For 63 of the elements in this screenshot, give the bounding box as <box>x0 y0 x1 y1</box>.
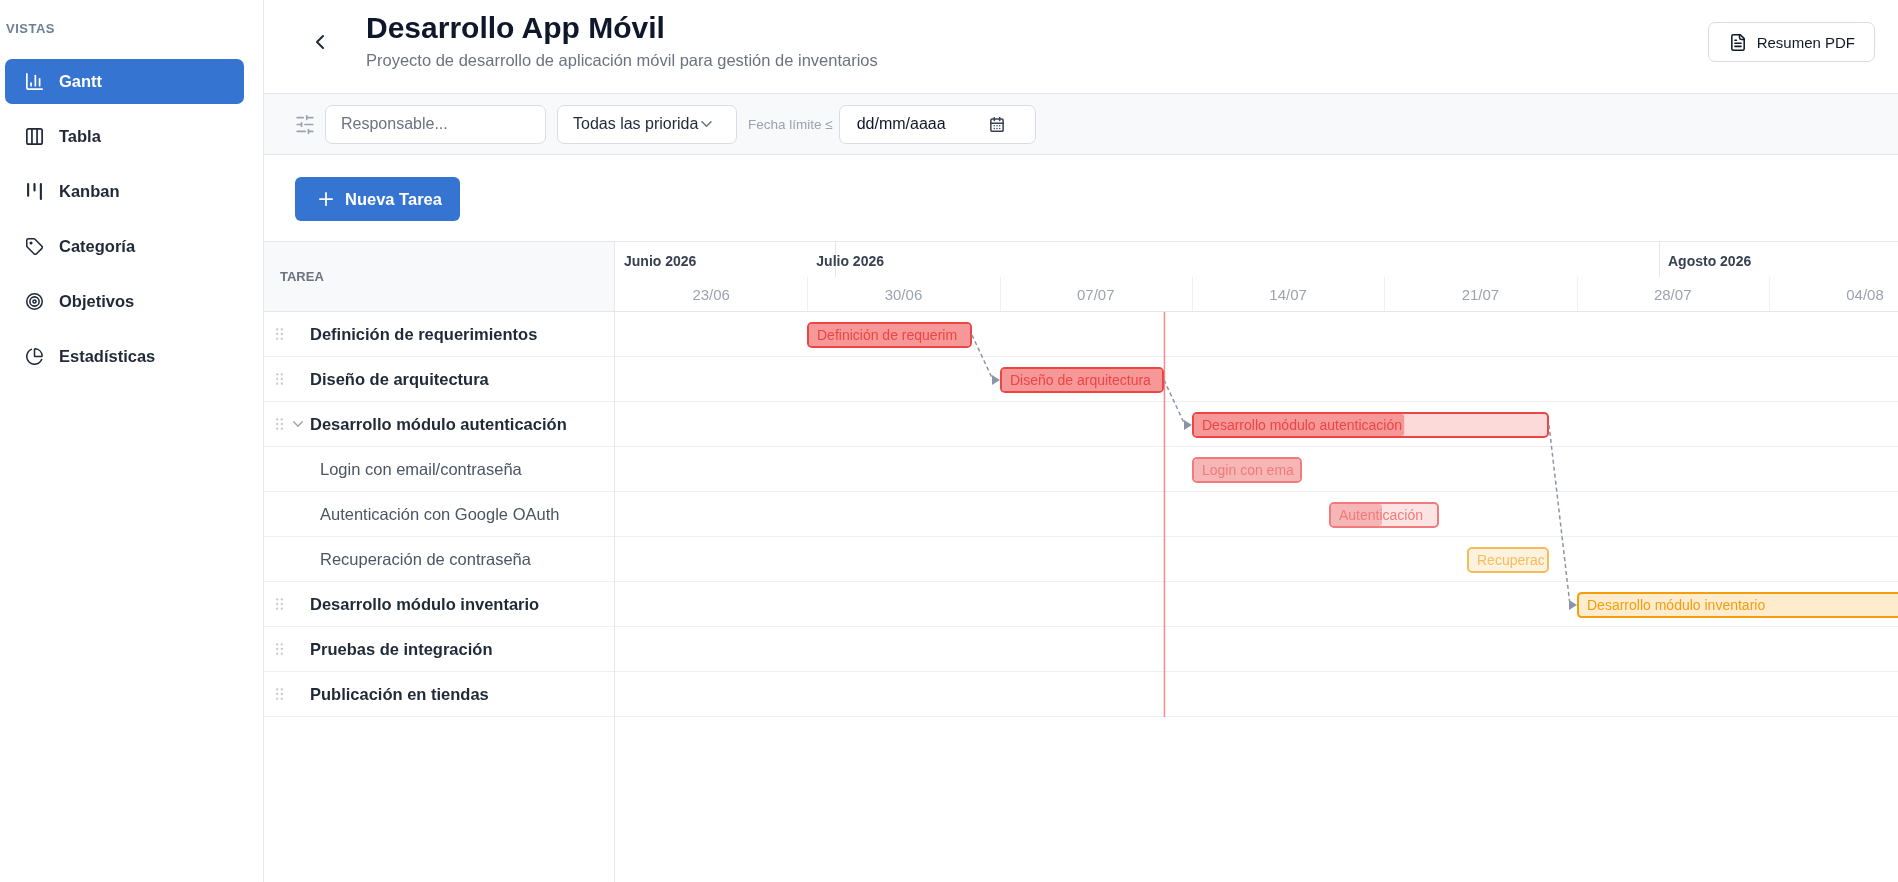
week-label: 23/06 <box>692 286 730 303</box>
week-label: 14/07 <box>1269 286 1307 303</box>
sidebar-item[interactable]: Kanban <box>5 169 244 214</box>
due-date-label: Fecha límite ≤ <box>748 116 833 132</box>
task-name[interactable]: Desarrollo módulo inventario <box>310 594 540 614</box>
bar-label: Login con ema <box>1202 462 1294 478</box>
drag-handle-icon[interactable] <box>276 643 283 655</box>
drag-handle-icon[interactable] <box>276 328 283 340</box>
sidebar-item[interactable]: Estadísticas <box>5 334 244 379</box>
sidebar-item[interactable]: Gantt <box>5 59 244 104</box>
chevron-left-icon <box>316 35 324 49</box>
week-label: 04/08 <box>1846 286 1884 303</box>
bar-label: Diseño de arquitectura <box>1010 372 1151 388</box>
page-subtitle: Proyecto de desarrollo de aplicación móvil para gestión de inventarios <box>366 50 878 71</box>
document-icon <box>1730 33 1745 51</box>
drag-handle-icon[interactable] <box>276 688 283 700</box>
chevron-down-icon <box>701 121 713 127</box>
task-name[interactable]: Login con email/contraseña <box>320 459 522 479</box>
pie-chart-icon <box>26 348 43 365</box>
task-name[interactable]: Autenticación con Google OAuth <box>320 504 560 524</box>
sidebar-heading: VISTAS <box>5 21 56 37</box>
task-name[interactable]: Pruebas de integración <box>310 639 493 659</box>
sidebar-item[interactable]: Categoría <box>5 224 244 269</box>
dependency-arrow <box>1163 379 1192 430</box>
task-name[interactable]: Desarrollo módulo autenticación <box>310 414 567 434</box>
column-header: TAREA <box>264 242 614 312</box>
sidebar-item[interactable]: Objetivos <box>5 279 244 324</box>
bars-icon <box>27 183 42 200</box>
week-label: 07/07 <box>1077 286 1115 303</box>
priority-select[interactable]: Todas las priorida <box>557 104 737 144</box>
month-label: Junio 2026 <box>624 253 697 269</box>
bar-label: Desarrollo módulo inventario <box>1587 597 1766 613</box>
chevron-down-icon <box>293 421 303 427</box>
bar-label: Desarrollo módulo autenticación <box>1202 417 1402 433</box>
sidebar-item[interactable]: Tabla <box>5 114 244 159</box>
page-title: Desarrollo App Móvil <box>366 10 666 46</box>
bar-label: Definición de requerim <box>817 327 958 343</box>
tag-icon <box>26 238 43 255</box>
week-label: 21/07 <box>1461 286 1500 303</box>
bar-label: Recuperac <box>1477 552 1545 568</box>
columns-icon <box>26 128 43 145</box>
sliders-icon[interactable] <box>296 114 314 134</box>
pdf-summary-button[interactable]: Resumen PDF <box>1707 22 1875 62</box>
task-name[interactable]: Definición de requerimientos <box>310 324 538 344</box>
target-icon <box>26 293 43 310</box>
due-date-field[interactable]: dd/mm/aaaa <box>838 104 1036 144</box>
month-label: Agosto 2026 <box>1668 253 1752 269</box>
drag-handle-icon[interactable] <box>276 598 283 610</box>
week-label: 30/06 <box>884 286 923 303</box>
task-name[interactable]: Publicación en tiendas <box>310 684 489 704</box>
calendar-icon[interactable] <box>989 116 1004 132</box>
task-name[interactable]: Recuperación de contraseña <box>320 549 531 569</box>
plus-icon <box>319 192 333 206</box>
bar-label: Autenticación <box>1339 507 1424 523</box>
assignee-field[interactable]: Responsable... <box>325 104 546 144</box>
new-task-button[interactable]: Nueva Tarea <box>295 177 460 221</box>
month-label: Julio 2026 <box>816 253 884 269</box>
task-name[interactable]: Diseño de arquitectura <box>310 369 489 389</box>
dependency-arrow <box>971 334 1000 385</box>
drag-handle-icon[interactable] <box>276 373 283 385</box>
drag-handle-icon[interactable] <box>276 418 283 430</box>
bar-chart-icon <box>26 73 43 90</box>
week-label: 28/07 <box>1653 286 1692 303</box>
